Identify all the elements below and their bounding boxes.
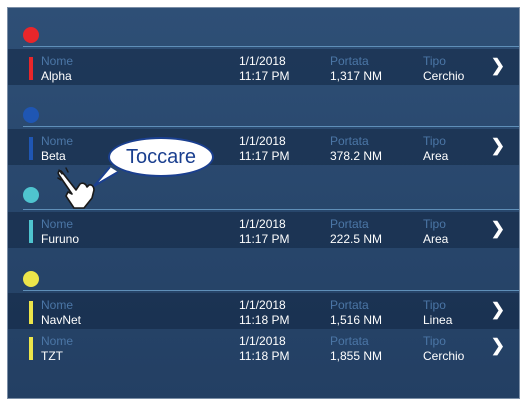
divider [23, 46, 519, 47]
time-value: 11:17 PM [239, 69, 290, 83]
range-value: 378.2 NM [330, 149, 383, 163]
range-value: 1,317 NM [330, 69, 383, 83]
type-value: Linea [423, 313, 453, 327]
list-item[interactable]: Nome Furuno 1/1/2018 11:17 PM Portata 22… [8, 212, 519, 248]
divider [23, 126, 519, 127]
name-label: Nome [41, 298, 74, 312]
color-bar [29, 57, 33, 80]
time-value: 11:18 PM [239, 349, 290, 363]
blue-color-dot [23, 107, 39, 123]
type-label: Tipo [423, 334, 446, 348]
chevron-right-icon[interactable]: ❯ [491, 220, 505, 238]
callout-bubble: Toccare [108, 137, 214, 177]
name-label: Nome [41, 334, 74, 348]
chevron-right-icon[interactable]: ❯ [491, 137, 505, 155]
date-value: 1/1/2018 [239, 217, 286, 231]
type-value: Cerchio [423, 349, 465, 363]
range-label: Portata [330, 217, 369, 231]
color-bar [29, 337, 33, 360]
time-value: 11:17 PM [239, 232, 290, 246]
range-value: 1,855 NM [330, 349, 383, 363]
name-label: Nome [41, 54, 74, 68]
type-label: Tipo [423, 217, 446, 231]
time-value: 11:18 PM [239, 313, 290, 327]
time-value: 11:17 PM [239, 149, 290, 163]
date-value: 1/1/2018 [239, 134, 286, 148]
list-item[interactable]: Nome NavNet 1/1/2018 11:18 PM Portata 1,… [8, 293, 519, 329]
date-value: 1/1/2018 [239, 298, 286, 312]
name-label: Nome [41, 134, 74, 148]
group-header-blue [8, 100, 519, 128]
chevron-right-icon[interactable]: ❯ [491, 301, 505, 319]
cyan-color-dot [23, 187, 39, 203]
list-item[interactable]: Nome Alpha 1/1/2018 11:17 PM Portata 1,3… [8, 49, 519, 85]
color-bar [29, 220, 33, 243]
list-item[interactable]: Nome Beta 1/1/2018 11:17 PM Portata 378.… [8, 129, 519, 165]
color-bar [29, 301, 33, 324]
type-value: Area [423, 232, 449, 246]
group-header-yellow [8, 264, 519, 292]
name-value: TZT [41, 349, 63, 363]
type-label: Tipo [423, 134, 446, 148]
pointing-hand-icon [57, 167, 95, 209]
name-value: Beta [41, 149, 66, 163]
red-color-dot [23, 27, 39, 43]
range-label: Portata [330, 334, 369, 348]
color-bar [29, 137, 33, 160]
name-value: Furuno [41, 232, 80, 246]
type-value: Area [423, 149, 449, 163]
group-header-red [8, 20, 519, 48]
type-label: Tipo [423, 298, 446, 312]
divider [23, 290, 519, 291]
date-value: 1/1/2018 [239, 334, 286, 348]
range-label: Portata [330, 298, 369, 312]
list-item[interactable]: Nome TZT 1/1/2018 11:18 PM Portata 1,855… [8, 329, 519, 365]
name-value: NavNet [41, 313, 82, 327]
date-value: 1/1/2018 [239, 54, 286, 68]
range-value: 1,516 NM [330, 313, 383, 327]
name-value: Alpha [41, 69, 72, 83]
type-label: Tipo [423, 54, 446, 68]
range-label: Portata [330, 134, 369, 148]
chevron-right-icon[interactable]: ❯ [491, 337, 505, 355]
name-label: Nome [41, 217, 74, 231]
type-value: Cerchio [423, 69, 465, 83]
range-value: 222.5 NM [330, 232, 383, 246]
callout-text: Toccare [125, 145, 197, 168]
range-label: Portata [330, 54, 369, 68]
chevron-right-icon[interactable]: ❯ [491, 57, 505, 75]
yellow-color-dot [23, 271, 39, 287]
